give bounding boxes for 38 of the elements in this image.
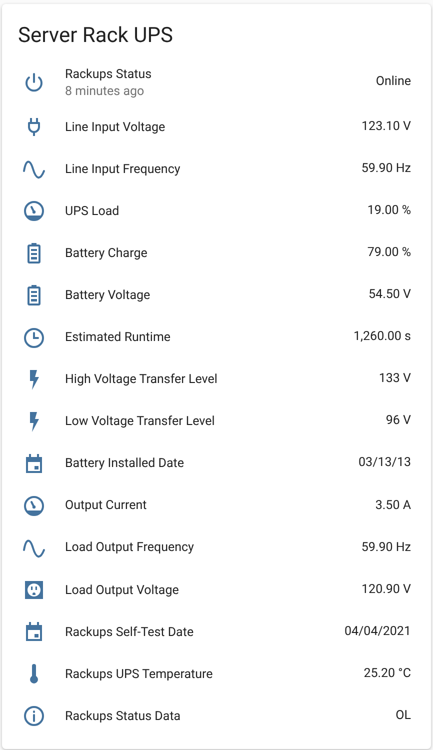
entity-name[interactable]: Rackups Status <box>65 66 376 82</box>
entity-name[interactable]: Battery Charge <box>65 244 368 262</box>
entity-value: 54.50 V <box>368 286 411 304</box>
entity-name[interactable]: High Voltage Transfer Level <box>65 371 379 388</box>
entity-value: 25.20 °C <box>364 664 411 683</box>
entity-value: 123.10 V <box>362 118 411 136</box>
entity-name[interactable]: Load Output Voltage <box>65 582 362 599</box>
entity-value: 96 V <box>386 412 411 430</box>
entity-name[interactable]: Load Output Frequency <box>65 539 362 556</box>
entity-name[interactable]: Rackups UPS Temperature <box>65 666 364 683</box>
entity-value: 133 V <box>378 370 411 388</box>
entity-name[interactable]: Rackups Status Data <box>65 708 396 725</box>
entity-value: 120.90 V <box>362 580 411 599</box>
entity-name[interactable]: Line Input Voltage <box>65 118 362 136</box>
entity-name[interactable]: Rackups Self-Test Date <box>65 624 344 641</box>
entity-name[interactable]: UPS Load <box>65 202 368 220</box>
entity-value: Online <box>376 73 411 92</box>
entity-name[interactable]: Estimated Runtime <box>65 329 354 346</box>
last-changed-text: 8 minutes ago <box>65 82 146 100</box>
clock-icon <box>22 326 46 350</box>
entity-value: 04/04/2021 <box>344 622 411 641</box>
entity-name[interactable]: Line Input Frequency <box>65 160 362 178</box>
gauge-icon <box>22 494 46 518</box>
info-icon <box>22 704 46 728</box>
gauge-icon <box>22 199 46 224</box>
entity-value: 03/13/13 <box>358 454 411 472</box>
card-title: Server Rack UPS <box>18 24 174 48</box>
entity-value: 1,260.00 s <box>354 328 411 346</box>
entity-value: 79.00 % <box>367 244 411 262</box>
entity-value: 19.00 % <box>367 202 411 220</box>
entity-name[interactable]: Output Current <box>65 497 376 514</box>
entity-value: 3.50 A <box>375 496 411 515</box>
entity-name[interactable]: Battery Installed Date <box>65 455 359 472</box>
entity-name[interactable]: Battery Voltage <box>65 286 369 304</box>
entity-value: 59.90 Hz <box>361 538 411 557</box>
entity-value: OL <box>396 706 411 725</box>
entity-value: 59.90 Hz <box>361 160 411 178</box>
entity-name[interactable]: Low Voltage Transfer Level <box>65 413 386 430</box>
